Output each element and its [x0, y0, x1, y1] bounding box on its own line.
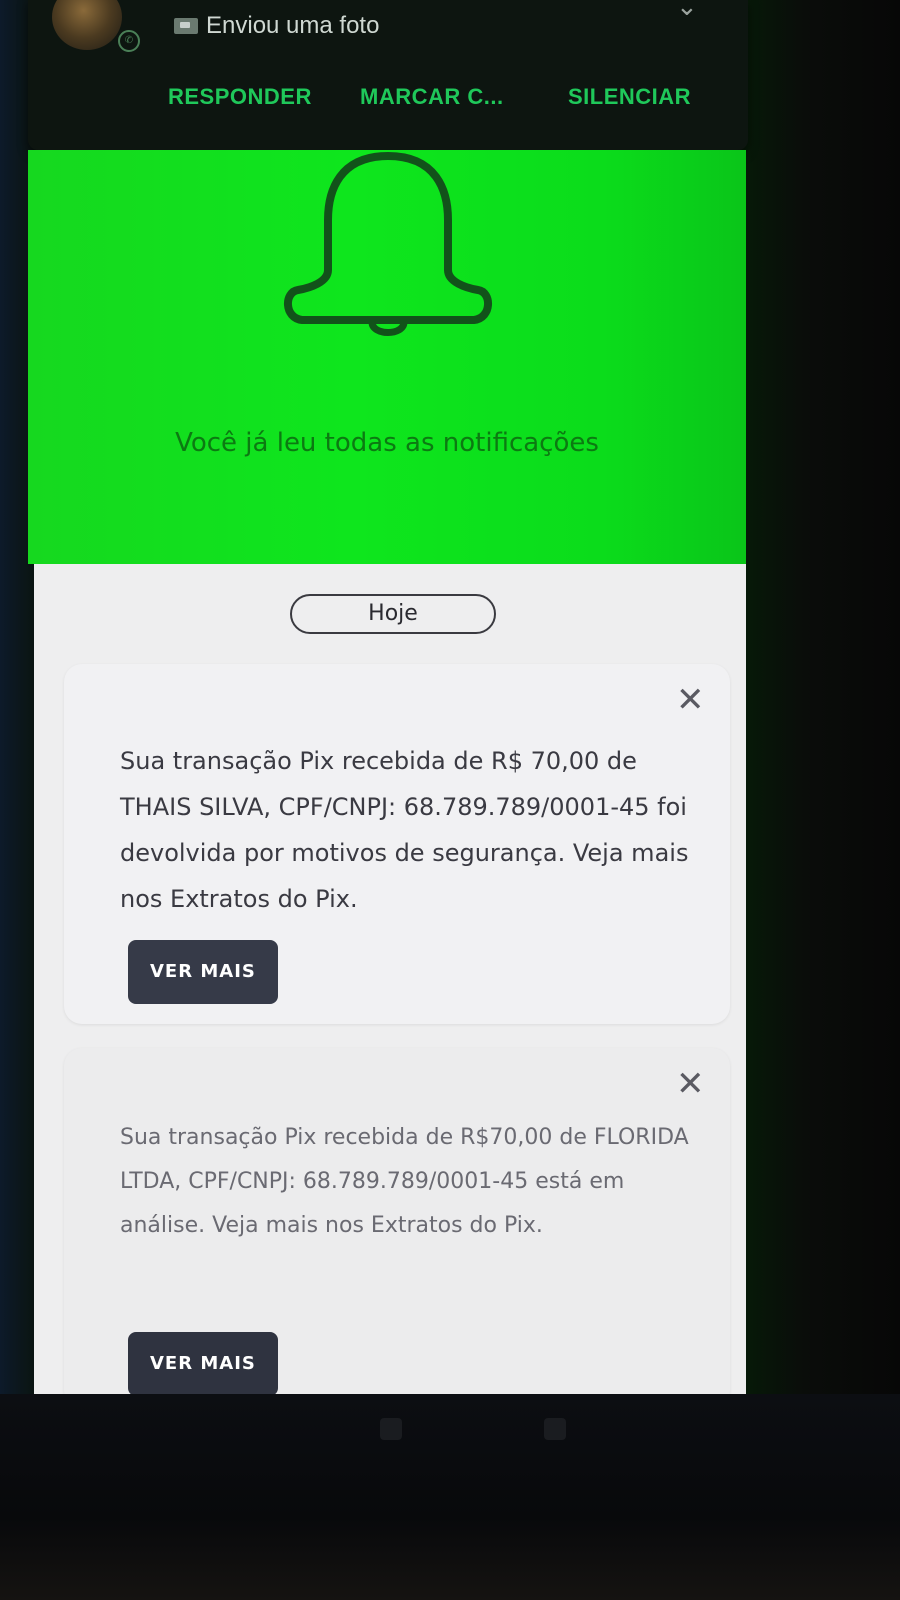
- notification-card: ✕ Sua transação Pix recebida de R$ 70,00…: [64, 664, 730, 1024]
- notification-list: Hoje ✕ Sua transação Pix recebida de R$ …: [34, 564, 746, 1394]
- avatar: [52, 0, 122, 50]
- see-more-button[interactable]: VER MAIS: [128, 1332, 278, 1394]
- nav-back-icon[interactable]: [544, 1418, 566, 1440]
- whatsapp-icon: ✆: [118, 30, 140, 52]
- nav-home-icon[interactable]: [380, 1418, 402, 1440]
- phone-bottom-bezel: [0, 1394, 900, 1600]
- notification-card: ✕ Sua transação Pix recebida de R$70,00 …: [64, 1048, 730, 1394]
- close-icon[interactable]: ✕: [676, 1067, 705, 1101]
- close-icon[interactable]: ✕: [676, 683, 705, 717]
- reply-button[interactable]: RESPONDER: [168, 84, 312, 110]
- photo-icon: [174, 18, 198, 34]
- mute-button[interactable]: SILENCIAR: [568, 84, 691, 110]
- mark-as-read-button[interactable]: MARCAR C...: [360, 84, 504, 110]
- phone-right-edge: [740, 0, 900, 1600]
- heads-up-notification[interactable]: ✆ Enviou uma foto ⌄ RESPONDER MARCAR C..…: [28, 0, 748, 150]
- see-more-button[interactable]: VER MAIS: [128, 940, 278, 1004]
- all-read-message: Você já leu todas as notificações: [175, 428, 599, 458]
- bell-icon: [284, 152, 492, 336]
- notification-text: Enviou uma foto: [206, 12, 380, 39]
- notification-message: Sua transação Pix recebida de R$70,00 de…: [120, 1125, 689, 1238]
- notification-message: Sua transação Pix recebida de R$ 70,00 d…: [120, 747, 689, 913]
- date-group-label: Hoje: [290, 594, 496, 634]
- notifications-header: Você já leu todas as notificações: [28, 150, 746, 564]
- chevron-down-icon[interactable]: ⌄: [676, 0, 698, 20]
